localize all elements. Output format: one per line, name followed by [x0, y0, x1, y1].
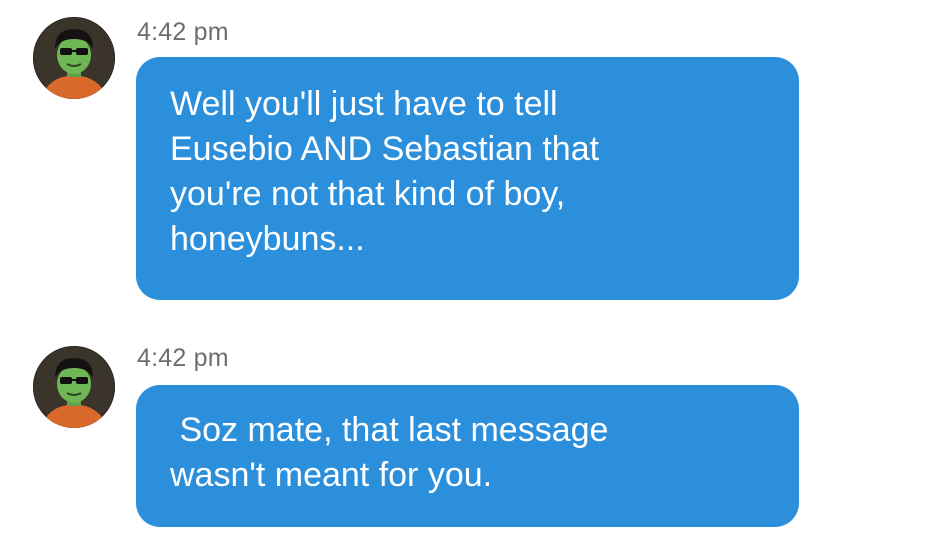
- message-timestamp: 4:42 pm: [137, 18, 229, 46]
- message-group: 4:42 pm Soz mate, that last message wasn…: [0, 330, 946, 540]
- message-group: 4:42 pm Well you'll just have to tell Eu…: [0, 0, 946, 310]
- message-text-line: Eusebio AND Sebastian that: [170, 130, 600, 168]
- message-timestamp: 4:42 pm: [137, 344, 229, 372]
- message-bubble[interactable]: Well you'll just have to tell Eusebio AN…: [136, 57, 799, 300]
- message-text-line: you're not that kind of boy,: [170, 175, 566, 213]
- character-avatar-icon[interactable]: [33, 17, 115, 99]
- message-bubble[interactable]: Soz mate, that last message wasn't meant…: [136, 385, 799, 527]
- message-text-line: Soz mate, that last message: [170, 411, 609, 449]
- message-text-line: Well you'll just have to tell: [170, 85, 558, 123]
- character-avatar-icon[interactable]: [33, 346, 115, 428]
- message-text-line: honeybuns...: [170, 220, 365, 258]
- message-text-line: wasn't meant for you.: [170, 456, 493, 494]
